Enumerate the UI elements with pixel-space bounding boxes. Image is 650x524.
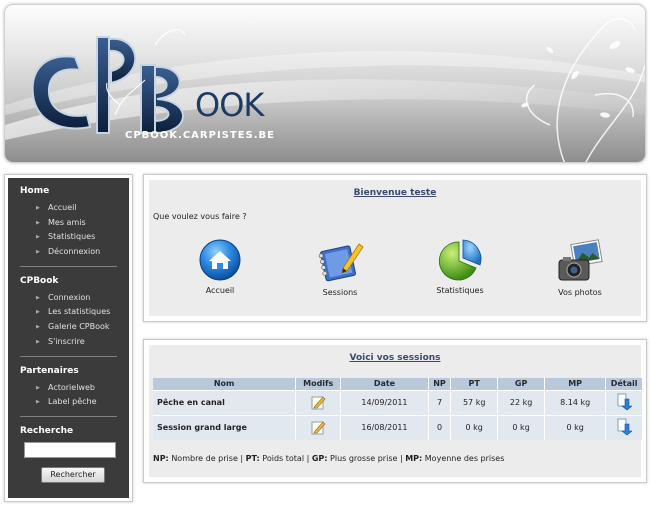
legend-mp-text: Moyenne des prises — [424, 454, 505, 463]
detail-cell[interactable] — [605, 389, 643, 415]
bullet-icon: ▶ — [36, 338, 40, 345]
legend-gp-abbr: GP: — [311, 454, 328, 463]
col-header-date: Date — [340, 378, 429, 390]
sidebar-item-connexion[interactable]: ▶ Connexion — [8, 291, 129, 306]
action-sessions-label: Sessions — [322, 288, 358, 297]
logo-text-ook: OOK — [195, 86, 264, 124]
bullet-icon: ▶ — [36, 399, 40, 406]
session-np: 7 — [428, 389, 452, 415]
legend-np-abbr: NP: — [153, 454, 169, 463]
sidebar: Home ▶ Accueil ▶ Mes amis ▶ Statistiques ▶ D… — [4, 174, 133, 502]
camera-photos-icon — [558, 239, 603, 281]
action-accueil-label: Accueil — [205, 286, 235, 295]
session-gp: 0 kg — [497, 414, 546, 440]
sidebar-item-label-peche[interactable]: ▶ Label pêche — [8, 395, 129, 410]
bullet-icon: ▶ — [36, 294, 40, 301]
session-np: 0 — [428, 414, 452, 440]
welcome-panel: Bienvenue teste Que voulez vous faire ? … — [143, 174, 647, 322]
sidebar-item-galerie[interactable]: ▶ Galerie CPBook — [8, 320, 129, 335]
session-pt: 57 kg — [450, 389, 499, 415]
sidebar-item-les-statistiques[interactable]: ▶ Les statistiques — [8, 305, 129, 320]
sessions-title[interactable]: Voici vos sessions — [149, 353, 641, 363]
home-icon — [199, 239, 241, 281]
search-section-title: Recherche — [20, 425, 74, 436]
session-date: 14/09/2011 — [340, 389, 429, 415]
action-statistiques[interactable]: Statistiques — [415, 238, 505, 295]
col-header-pt: PT — [450, 378, 499, 390]
table-legend: NP: Nombre de prise | PT: Poids total | … — [153, 454, 505, 463]
detail-download-icon — [617, 418, 633, 436]
sidebar-item-actorielweb[interactable]: ▶ Actorielweb — [8, 381, 129, 396]
col-header-mp: MP — [544, 378, 607, 390]
table-header-row: Nom Modifs Date NP PT GP MP Détail — [153, 378, 643, 390]
banner-artwork — [5, 18, 645, 162]
bullet-icon: ▶ — [36, 219, 40, 226]
site-url-text: CPBOOK.CARPISTES.BE — [125, 130, 275, 141]
action-vos-photos-label: Vos photos — [558, 288, 602, 297]
edit-icon — [311, 421, 326, 435]
legend-pt-abbr: PT: — [245, 454, 260, 463]
sidebar-cpbook-list: ▶ Connexion ▶ Les statistiques ▶ Galerie CP… — [8, 291, 129, 350]
sidebar-divider — [20, 355, 117, 357]
sidebar-section-home-title: Home — [20, 186, 50, 196]
edit-icon — [311, 396, 326, 409]
action-statistiques-label: Statistiques — [436, 286, 484, 295]
legend-pt-text: Poids total — [262, 454, 305, 463]
detail-cell[interactable] — [605, 414, 643, 440]
sidebar-item-accueil[interactable]: ▶ Accueil — [8, 201, 129, 216]
sidebar-menu: Home ▶ Accueil ▶ Mes amis ▶ Statistiques ▶ D… — [8, 178, 129, 498]
bullet-icon: ▶ — [36, 249, 40, 256]
detail-download-icon — [617, 393, 633, 410]
action-accueil[interactable]: Accueil — [175, 238, 265, 295]
session-pt: 0 kg — [450, 414, 499, 440]
sidebar-section-cpbook-title: CPBook — [20, 275, 59, 286]
col-header-np: NP — [428, 378, 452, 390]
sidebar-section-partenaires-title: Partenaires — [20, 365, 79, 376]
sidebar-home-list: ▶ Accueil ▶ Mes amis ▶ Statistiques ▶ Déconn… — [8, 201, 129, 260]
table-row: Pêche en canal 14/09/2011 7 57 kg 22 kg … — [153, 389, 643, 415]
action-vos-photos[interactable]: Vos photos — [535, 238, 625, 297]
bullet-icon: ▶ — [36, 384, 40, 391]
session-name: Session grand large — [153, 414, 297, 440]
sidebar-item-sinscrire[interactable]: ▶ S'inscrire — [8, 335, 129, 350]
edit-cell[interactable] — [295, 414, 342, 440]
sessions-notebook-icon — [318, 243, 364, 282]
session-date: 16/08/2011 — [340, 414, 429, 440]
sidebar-item-statistiques[interactable]: ▶ Statistiques — [8, 230, 129, 245]
sidebar-divider — [20, 415, 117, 417]
session-gp: 22 kg — [497, 389, 546, 415]
col-header-nom: Nom — [153, 378, 297, 390]
bullet-icon: ▶ — [36, 205, 40, 211]
edit-cell[interactable] — [295, 389, 342, 415]
sidebar-divider — [20, 265, 117, 267]
search-button[interactable]: Rechercher — [41, 466, 105, 483]
legend-np-text: Nombre de prise — [171, 454, 238, 463]
sessions-table: Nom Modifs Date NP PT GP MP Détail Pêche… — [153, 378, 643, 440]
welcome-panel-body: Bienvenue teste Que voulez vous faire ? … — [149, 180, 641, 316]
col-header-modifs: Modifs — [295, 378, 342, 390]
sidebar-item-mes-amis[interactable]: ▶ Mes amis — [8, 216, 129, 231]
session-name: Pêche en canal — [153, 389, 297, 415]
sidebar-partenaires-list: ▶ Actorielweb ▶ Label pêche — [8, 381, 129, 410]
legend-gp-text: Plus grosse prise — [330, 454, 398, 463]
sessions-panel-body: Voici vos sessions Nom Modifs Date NP PT… — [149, 345, 643, 477]
col-header-detail: Détail — [605, 378, 643, 390]
col-header-gp: GP — [497, 378, 546, 390]
sessions-panel: Voici vos sessions Nom Modifs Date NP PT… — [143, 339, 647, 483]
header-banner: OOK CPBOOK.CARPISTES.BE — [4, 4, 646, 163]
sidebar-item-deconnexion[interactable]: ▶ Déconnexion — [8, 245, 129, 260]
legend-mp-abbr: MP: — [405, 454, 423, 463]
statistics-pie-icon — [439, 239, 482, 281]
bullet-icon: ▶ — [36, 324, 40, 331]
search-input[interactable] — [24, 441, 116, 458]
session-mp: 0 kg — [544, 414, 607, 440]
welcome-title[interactable]: Bienvenue teste — [149, 188, 641, 198]
question-text: Que voulez vous faire ? — [153, 212, 247, 221]
bullet-icon: ▶ — [36, 234, 40, 241]
session-mp: 8.14 kg — [544, 389, 607, 415]
table-row: Session grand large 16/08/2011 0 0 kg 0 … — [153, 414, 643, 440]
action-sessions[interactable]: Sessions — [295, 238, 385, 297]
bullet-icon: ▶ — [36, 309, 40, 316]
